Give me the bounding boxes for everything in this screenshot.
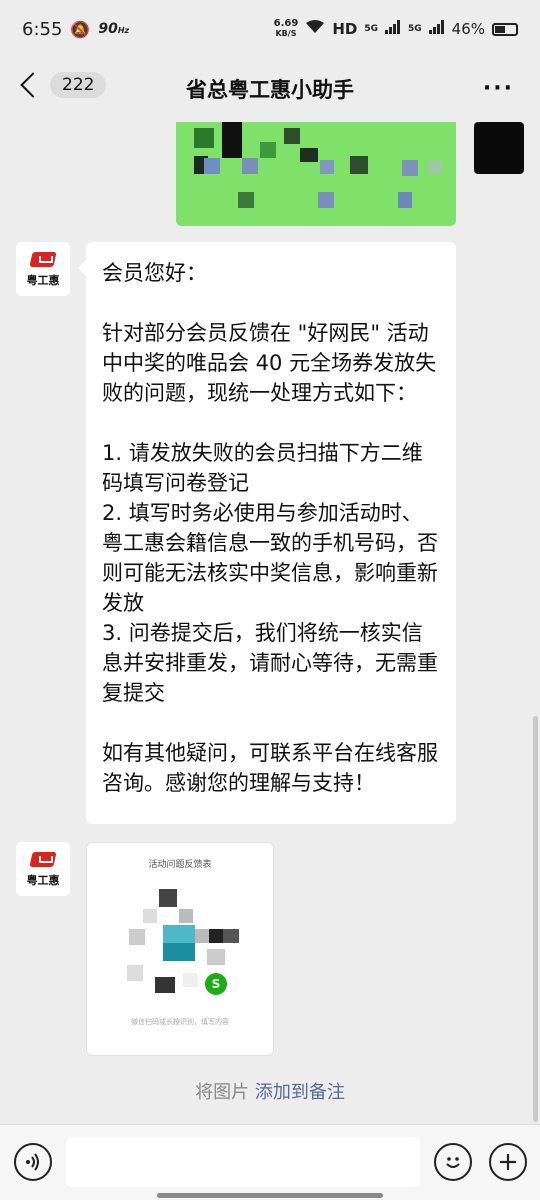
image-footer: 微信扫码或长按识别，填写内容 xyxy=(131,1018,229,1026)
contact-avatar[interactable]: 粤工惠 xyxy=(16,242,70,296)
refresh-rate: 90Hz xyxy=(98,21,130,37)
home-indicator[interactable] xyxy=(157,1193,383,1198)
brand-logo-icon xyxy=(29,250,57,270)
battery-percent: 46% xyxy=(451,20,485,38)
outgoing-message-bubble[interactable] xyxy=(176,122,456,226)
scrollbar[interactable] xyxy=(533,716,538,1122)
image-title: 活动问题反馈表 xyxy=(148,860,212,870)
incoming-message-bubble[interactable]: 会员您好： 针对部分会员反馈在 "好网民" 活动中中奖的唯品会 40 元全场券发… xyxy=(78,242,456,824)
more-icon[interactable]: ··· xyxy=(483,76,514,101)
add-to-notes-link[interactable]: 添加到备注 xyxy=(255,1082,345,1103)
my-avatar[interactable] xyxy=(474,122,524,174)
contact-avatar[interactable]: 粤工惠 xyxy=(16,842,70,896)
message-text: 会员您好： 针对部分会员反馈在 "好网民" 活动中中奖的唯品会 40 元全场券发… xyxy=(102,261,438,795)
chat-title: 省总粤工惠小助手 xyxy=(186,78,354,102)
avatar-label: 粤工惠 xyxy=(26,874,60,887)
plus-icon[interactable] xyxy=(489,1143,527,1181)
signal-icon-2 xyxy=(428,20,445,38)
wifi-icon xyxy=(305,19,325,39)
qr-code xyxy=(123,889,243,1009)
mini-program-icon: S xyxy=(205,973,227,995)
network-2: 5G xyxy=(408,24,422,34)
image-message[interactable]: 活动问题反馈表 S 微信扫码或长按识别，填写内容 xyxy=(86,842,274,1056)
net-speed: 6.69 KB/S xyxy=(273,18,299,39)
emoji-icon[interactable] xyxy=(434,1143,472,1181)
mute-icon: 🔕 xyxy=(70,19,91,39)
note-prefix: 将图片 xyxy=(195,1082,250,1103)
input-bar xyxy=(0,1124,540,1200)
network-1: 5G xyxy=(364,24,378,34)
status-bar: 6:55 🔕 90Hz 6.69 KB/S HD 5G 5G 46% xyxy=(0,0,540,58)
add-to-notes-hint: 将图片 添加到备注 xyxy=(0,1078,540,1104)
signal-icon xyxy=(385,20,401,38)
avatar-label: 粤工惠 xyxy=(26,274,60,287)
status-time: 6:55 xyxy=(22,18,63,40)
message-input[interactable] xyxy=(66,1137,420,1187)
brand-logo-icon xyxy=(29,850,57,870)
hd-label: HD xyxy=(332,20,358,38)
voice-icon[interactable] xyxy=(14,1143,52,1181)
battery-icon xyxy=(492,22,518,36)
chat-header: 222 省总粤工惠小助手 ··· xyxy=(0,58,540,120)
